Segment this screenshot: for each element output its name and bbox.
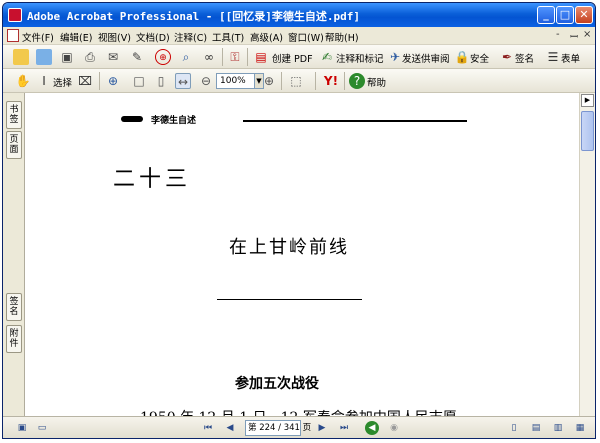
zoom-in-icon[interactable]: ⊕ <box>105 73 121 89</box>
pen-icon[interactable]: ✒ <box>499 49 515 65</box>
create-pdf-button[interactable]: 创建 PDF <box>272 51 313 65</box>
organizer-icon[interactable] <box>36 49 52 65</box>
tab-pages[interactable]: 页面 <box>6 131 22 159</box>
page-number-input[interactable]: 第 224 / 341 页 <box>245 420 311 436</box>
zoom-out-icon[interactable]: ⊖ <box>198 73 214 89</box>
hand-tool-icon[interactable]: ✋ <box>15 73 31 89</box>
continuous-icon[interactable]: ▤ <box>529 421 543 435</box>
layout-icon[interactable]: ▣ <box>15 421 29 435</box>
menu-tools[interactable]: 工具(T) <box>212 30 244 44</box>
last-page-icon[interactable]: ⏭ <box>337 421 351 435</box>
minimize-button[interactable]: _ <box>537 6 555 24</box>
select-tool-button[interactable]: 选择 <box>53 75 72 89</box>
actual-size-icon[interactable]: □ <box>131 73 147 89</box>
send-review-button[interactable]: 发送供审阅 <box>402 51 450 65</box>
document-icon[interactable] <box>7 29 19 42</box>
create-pdf-icon[interactable]: ▤ <box>253 49 269 65</box>
acrobat-logo-icon[interactable]: ⊕ <box>155 49 171 65</box>
continuous-facing-icon[interactable]: ▦ <box>573 421 587 435</box>
vertical-scrollbar[interactable]: ▶ <box>579 93 595 416</box>
search-icon[interactable]: ⌕ <box>178 49 194 65</box>
close-button[interactable]: ✕ <box>575 6 593 24</box>
window-title: Adobe Acrobat Professional - [[回忆录]李德生自述… <box>27 10 361 23</box>
menu-comments[interactable]: 注释(C) <box>174 30 207 44</box>
sign-button[interactable]: 签名 <box>515 51 534 65</box>
running-head-rule <box>243 120 467 122</box>
zoom-plus-icon[interactable]: ⊕ <box>261 73 277 89</box>
go-back-icon[interactable]: ◀ <box>365 421 379 435</box>
email-icon[interactable]: ✉ <box>105 49 121 65</box>
padlock-icon[interactable]: 🔒 <box>454 49 470 65</box>
save-icon[interactable]: ▣ <box>59 49 75 65</box>
document-view[interactable]: 李德生自述 二十三 在上甘岭前线 参加五次战役 1950 年 12 月 1 日，… <box>25 93 579 416</box>
file-toolbar: ▣ ⎙ ✉ ✎ ⊕ ⌕ ∞ ⚿ ▤ 创建 PDF ✍ 注释和标记 ✈ 发送供审阅… <box>3 45 595 69</box>
binoculars-icon[interactable]: ∞ <box>201 49 217 65</box>
chapter-title: 在上甘岭前线 <box>229 237 349 258</box>
secure-button[interactable]: 安全 <box>470 51 489 65</box>
maximize-button[interactable]: □ <box>556 6 574 24</box>
comment-markup-button[interactable]: 注释和标记 <box>336 51 384 65</box>
fit-width-icon[interactable]: ↔ <box>175 73 191 89</box>
facing-icon[interactable]: ▥ <box>551 421 565 435</box>
next-page-icon[interactable]: ▶ <box>315 421 329 435</box>
section-title: 参加五次战役 <box>235 376 319 392</box>
menu-view[interactable]: 视图(V) <box>98 30 131 44</box>
menu-help[interactable]: 帮助(H) <box>325 30 359 44</box>
comment-icon[interactable]: ✍ <box>319 49 335 65</box>
attach-icon[interactable]: ✎ <box>129 49 145 65</box>
chapter-number: 二十三 <box>113 167 192 192</box>
pdf-page: 李德生自述 二十三 在上甘岭前线 参加五次战役 1950 年 12 月 1 日，… <box>25 93 579 416</box>
help-icon[interactable]: ? <box>349 73 365 89</box>
tab-signatures[interactable]: 签名 <box>6 293 22 321</box>
lock-icon[interactable]: ⚿ <box>227 49 243 65</box>
fit-page-icon[interactable]: ▯ <box>153 73 169 89</box>
scroll-up-icon[interactable]: ▶ <box>581 94 594 107</box>
tab-attachments[interactable]: 附件 <box>6 325 22 353</box>
form-icon[interactable]: ☰ <box>545 49 561 65</box>
menu-advanced[interactable]: 高级(A) <box>250 30 283 44</box>
doc-restore-button[interactable]: ꟷ <box>570 29 578 43</box>
acrobat-app-icon[interactable] <box>8 8 22 22</box>
menu-document[interactable]: 文档(D) <box>136 30 170 44</box>
snapshot-icon[interactable]: ⌧ <box>77 73 93 89</box>
go-forward-icon[interactable]: ◉ <box>387 421 401 435</box>
forms-button[interactable]: 表单 <box>561 51 580 65</box>
title-rule <box>217 299 362 300</box>
acrobat-window: Adobe Acrobat Professional - [[回忆录]李德生自述… <box>2 2 596 439</box>
zoom-level-input[interactable]: 100% <box>216 73 256 89</box>
tab-bookmarks[interactable]: 书签 <box>6 101 22 129</box>
navigation-panel: 书签 页面 签名 附件 <box>3 93 25 416</box>
open-folder-icon[interactable] <box>13 49 29 65</box>
menu-bar: 文件(F) 编辑(E) 视图(V) 文档(D) 注释(C) 工具(T) 高级(A… <box>3 27 595 45</box>
doc-minimize-button[interactable]: - <box>556 29 560 40</box>
menu-file[interactable]: 文件(F) <box>22 30 54 44</box>
status-bar: ▣ ▭ ⏮ ◀ 第 224 / 341 页 ▶ ⏭ ◀ ◉ ▯ ▤ ▥ ▦ <box>3 416 595 438</box>
body-text: 1950 年 12 月 1 日，12 军奉命参加中国人民志愿 <box>140 407 457 416</box>
menu-window[interactable]: 窗口(W) <box>288 30 324 44</box>
scrollbar-thumb[interactable] <box>581 111 594 151</box>
view-toolbar: ✋ I 选择 ⌧ ⊕ □ ▯ ↔ ⊖ 100% ▼ ⊕ ⬚ Y! ? 帮助 <box>3 69 595 93</box>
send-review-icon[interactable]: ✈ <box>387 49 403 65</box>
running-head-mark <box>121 116 143 122</box>
single-page-icon[interactable]: ▯ <box>507 421 521 435</box>
select-text-icon[interactable]: I <box>36 73 52 89</box>
first-page-icon[interactable]: ⏮ <box>201 421 215 435</box>
running-head: 李德生自述 <box>151 116 197 126</box>
previous-page-icon[interactable]: ◀ <box>223 421 237 435</box>
doc-close-button[interactable]: × <box>583 29 591 40</box>
title-bar: Adobe Acrobat Professional - [[回忆录]李德生自述… <box>3 3 595 27</box>
yahoo-icon[interactable]: Y! <box>323 73 339 89</box>
page-thumbnail-icon[interactable]: ▭ <box>35 421 49 435</box>
help-button[interactable]: 帮助 <box>367 75 386 89</box>
menu-edit[interactable]: 编辑(E) <box>60 30 92 44</box>
print-icon[interactable]: ⎙ <box>82 49 98 65</box>
page-display-icon[interactable]: ⬚ <box>288 73 304 89</box>
